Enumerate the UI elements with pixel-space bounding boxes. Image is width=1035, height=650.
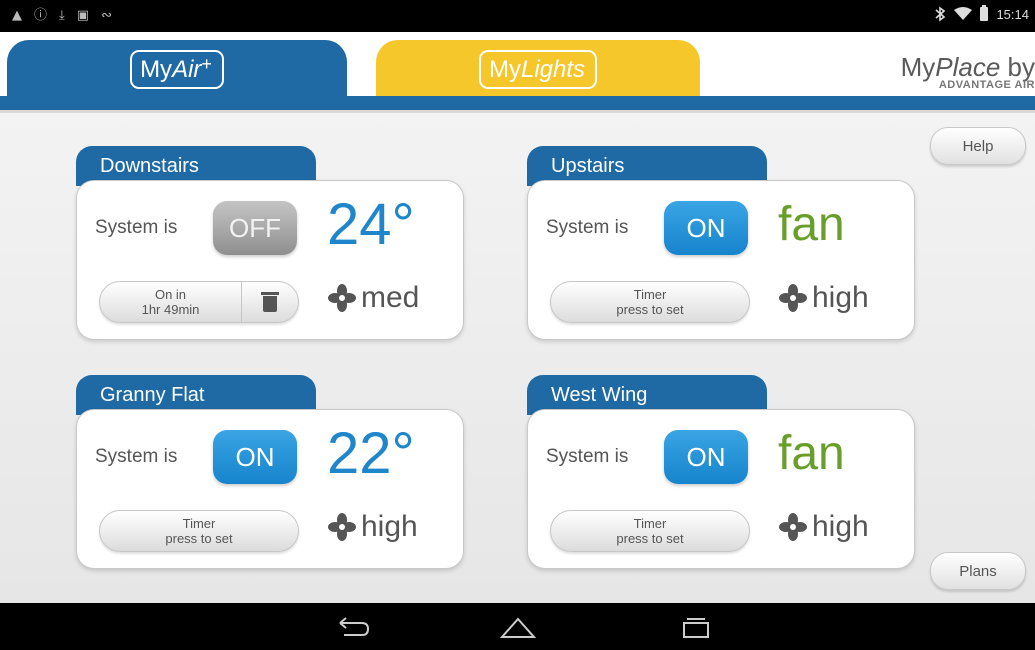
trash-icon bbox=[261, 292, 279, 312]
help-button[interactable]: Help bbox=[930, 127, 1026, 165]
system-label: System is bbox=[546, 217, 629, 238]
bluetooth-icon bbox=[935, 6, 946, 22]
status-icons-left: ▲ ⓘ ⤓ ▣ ∾ bbox=[12, 7, 112, 25]
set-temperature[interactable]: 24° bbox=[327, 185, 415, 265]
status-time: 15:14 bbox=[996, 6, 1029, 22]
mode-display[interactable]: fan bbox=[778, 185, 845, 265]
fan-speed-button[interactable]: high bbox=[327, 510, 418, 544]
brand-place: Place bbox=[935, 52, 1001, 82]
power-toggle-button[interactable]: ON bbox=[664, 430, 748, 484]
myair-name: Air bbox=[172, 55, 202, 83]
image-icon: ▣ bbox=[76, 8, 90, 23]
tab-myair[interactable]: MyAir+ bbox=[7, 40, 347, 98]
fan-icon bbox=[779, 284, 807, 312]
timer-button[interactable]: On in 1hr 49min bbox=[99, 281, 299, 323]
plans-button[interactable]: Plans bbox=[930, 552, 1026, 590]
timer-button[interactable]: Timer press to set bbox=[550, 281, 750, 323]
myair-suffix: + bbox=[201, 53, 212, 74]
zone-body: System is ON fan Timer press to set high bbox=[527, 180, 915, 340]
brand-by: by bbox=[1000, 52, 1035, 82]
timer-button[interactable]: Timer press to set bbox=[99, 510, 299, 552]
timer-line1: Timer bbox=[633, 287, 667, 302]
zone-body: System is ON fan Timer press to set high bbox=[527, 409, 915, 569]
fan-speed-button[interactable]: med bbox=[327, 281, 419, 315]
back-icon[interactable] bbox=[334, 613, 374, 641]
delete-timer-button[interactable] bbox=[242, 282, 298, 322]
timer-line2: press to set bbox=[616, 531, 684, 546]
fan-speed-label: med bbox=[361, 281, 420, 314]
mylights-name: Lights bbox=[520, 55, 586, 83]
fan-speed-button[interactable]: high bbox=[778, 510, 869, 544]
zone-card-granny-flat: Granny Flat System is ON 22° Timer press… bbox=[76, 375, 464, 571]
alert-icon: ⓘ bbox=[34, 8, 48, 23]
usb-icon: ∾ bbox=[101, 8, 112, 23]
fan-speed-button[interactable]: high bbox=[778, 281, 869, 315]
set-temperature[interactable]: 22° bbox=[327, 414, 415, 494]
system-label: System is bbox=[546, 446, 629, 467]
home-icon[interactable] bbox=[498, 613, 538, 641]
timer-line1: Timer bbox=[633, 516, 667, 531]
download-icon: ⤓ bbox=[59, 8, 65, 23]
brand-logo: MyPlace by ADVANTAGE AIR bbox=[901, 52, 1035, 91]
fan-speed-label: high bbox=[361, 510, 418, 543]
recents-icon[interactable] bbox=[676, 613, 716, 641]
myair-logo: MyAir+ bbox=[130, 49, 224, 89]
system-label: System is bbox=[95, 446, 178, 467]
tab-mylights[interactable]: MyLights bbox=[376, 40, 700, 98]
zone-body: System is ON 22° Timer press to set high bbox=[76, 409, 464, 569]
timer-line2: press to set bbox=[165, 531, 233, 546]
person-icon: ▲ bbox=[12, 8, 22, 23]
status-bar: ▲ ⓘ ⤓ ▣ ∾ 15:14 bbox=[0, 0, 1035, 32]
battery-icon bbox=[980, 5, 989, 21]
mode-display[interactable]: fan bbox=[778, 414, 845, 494]
status-icons-right: 15:14 bbox=[934, 5, 1029, 22]
timer-button[interactable]: Timer press to set bbox=[550, 510, 750, 552]
timer-text[interactable]: On in 1hr 49min bbox=[100, 282, 242, 322]
brand-my: My bbox=[900, 52, 936, 82]
mylights-prefix: My bbox=[488, 55, 521, 83]
power-toggle-button[interactable]: OFF bbox=[213, 201, 297, 255]
zone-card-downstairs: Downstairs System is OFF 24° On in 1hr 4… bbox=[76, 146, 464, 342]
zone-body: System is OFF 24° On in 1hr 49min med bbox=[76, 180, 464, 340]
wifi-icon bbox=[954, 7, 973, 20]
fan-speed-label: high bbox=[812, 510, 869, 543]
fan-icon bbox=[328, 513, 356, 541]
fan-icon bbox=[328, 284, 356, 312]
power-toggle-button[interactable]: ON bbox=[664, 201, 748, 255]
timer-line1: Timer bbox=[182, 516, 216, 531]
system-label: System is bbox=[95, 217, 178, 238]
zone-card-upstairs: Upstairs System is ON fan Timer press to… bbox=[527, 146, 915, 342]
mylights-logo: MyLights bbox=[478, 49, 598, 89]
timer-line2: press to set bbox=[616, 302, 684, 317]
power-toggle-button[interactable]: ON bbox=[213, 430, 297, 484]
system-nav-bar bbox=[0, 603, 1035, 650]
fan-speed-label: high bbox=[812, 281, 869, 314]
header-divider bbox=[0, 96, 1035, 110]
timer-line1: On in bbox=[154, 287, 187, 302]
fan-icon bbox=[779, 513, 807, 541]
timer-line2: 1hr 49min bbox=[141, 302, 200, 317]
myair-prefix: My bbox=[140, 55, 173, 83]
zone-card-west-wing: West Wing System is ON fan Timer press t… bbox=[527, 375, 915, 571]
